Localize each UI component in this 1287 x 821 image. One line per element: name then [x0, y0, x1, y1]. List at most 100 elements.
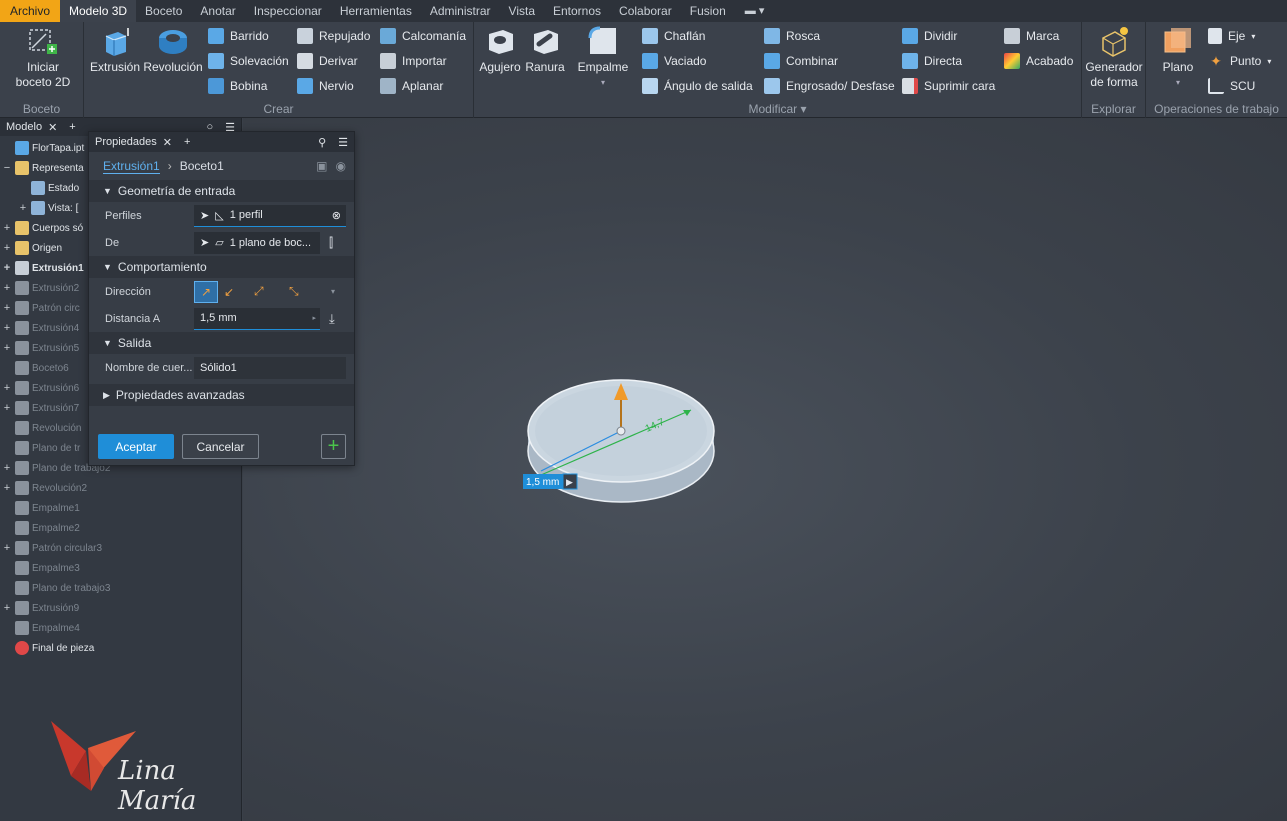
tree-item[interactable]: Plano de trabajo3 — [0, 578, 110, 598]
bobina-button[interactable]: Bobina — [208, 76, 267, 96]
panel-title-modificar[interactable]: Modificar ▾ — [474, 102, 1081, 116]
3d-viewport[interactable]: 14,7 1,5 mm ▶ — [243, 118, 1287, 821]
expand-toggle-icon[interactable]: + — [2, 542, 12, 554]
menu-tab-modelo-3d[interactable]: Modelo 3D — [60, 0, 137, 22]
nervio-button[interactable]: Nervio — [297, 76, 354, 96]
expand-toggle-icon[interactable]: + — [2, 302, 12, 314]
props-close-icon[interactable]: ✕ — [163, 136, 172, 149]
angulo-button[interactable]: Ángulo de salida — [642, 76, 753, 96]
start-sketch-button[interactable]: Iniciar boceto 2D — [8, 24, 78, 90]
tree-item[interactable]: Estado — [0, 178, 79, 198]
distancia-input[interactable]: 1,5 mm ▸ — [194, 307, 320, 330]
tree-item[interactable]: + Revolución2 — [0, 478, 87, 498]
direction-flip-icon[interactable]: ↙ — [224, 285, 234, 299]
generador-button[interactable]: Generador de forma — [1084, 24, 1144, 90]
duplicate-icon[interactable]: ▣ — [316, 159, 327, 173]
section-geometria[interactable]: ▼ Geometría de entrada — [89, 180, 354, 202]
expand-toggle-icon[interactable]: + — [2, 322, 12, 334]
solevacion-button[interactable]: Solevación — [208, 51, 289, 71]
tree-item[interactable]: + Patrón circ — [0, 298, 80, 318]
engrosado-button[interactable]: Engrosado/ Desfase — [764, 76, 895, 96]
empalme-button[interactable]: Empalme ▾ — [574, 24, 632, 90]
tree-item[interactable]: + Extrusión1 — [0, 258, 84, 278]
menu-tab-administrar[interactable]: Administrar — [421, 0, 500, 22]
expand-toggle-icon[interactable]: + — [2, 602, 12, 614]
suprimir-cara-button[interactable]: Suprimir cara — [902, 76, 995, 96]
expand-toggle-icon[interactable]: + — [2, 262, 12, 274]
revolucion-button[interactable]: Revolución — [142, 24, 204, 75]
start-plane-icon[interactable]: ⫿ — [329, 235, 333, 251]
tab-propiedades[interactable]: Propiedades ✕ — [89, 136, 178, 149]
tree-item[interactable]: Empalme3 — [0, 558, 80, 578]
tree-item[interactable]: Empalme1 — [0, 498, 80, 518]
vaciado-button[interactable]: Vaciado — [642, 51, 706, 71]
aplanar-button[interactable]: Aplanar — [380, 76, 443, 96]
menu-tab-vista[interactable]: Vista — [500, 0, 544, 22]
dividir-button[interactable]: Dividir — [902, 26, 957, 46]
menu-tab-fusion[interactable]: Fusion — [681, 0, 735, 22]
props-add-tab-icon[interactable]: + — [178, 136, 196, 148]
calcomania-button[interactable]: Calcomanía — [380, 26, 466, 46]
expand-toggle-icon[interactable]: − — [2, 162, 12, 174]
repujado-button[interactable]: Repujado — [297, 26, 370, 46]
eje-dropdown-icon[interactable]: ▾ — [1251, 32, 1255, 41]
tree-item[interactable]: Empalme4 — [0, 618, 80, 638]
tree-item[interactable]: + Extrusión2 — [0, 278, 79, 298]
acabado-button[interactable]: Acabado — [1004, 51, 1073, 71]
to-icon[interactable]: ⤓ — [329, 311, 335, 327]
tree-item[interactable]: + Origen — [0, 238, 62, 258]
tree-item[interactable]: − Representa — [0, 158, 84, 178]
derivar-button[interactable]: Derivar — [297, 51, 358, 71]
menu-tab-entornos[interactable]: Entornos — [544, 0, 610, 22]
expand-toggle-icon[interactable]: + — [2, 222, 12, 234]
tree-item[interactable]: Revolución — [0, 418, 81, 438]
tree-item[interactable]: + Extrusión9 — [0, 598, 79, 618]
close-icon[interactable]: ✕ — [48, 121, 57, 134]
expand-toggle-icon[interactable]: + — [2, 342, 12, 354]
section-avanzadas[interactable]: ▶ Propiedades avanzadas — [89, 384, 354, 406]
direction-default-icon[interactable]: ↗ — [194, 280, 218, 303]
extrusion-button[interactable]: Extrusión — [90, 24, 140, 75]
model-canvas[interactable]: 14,7 1,5 mm ▶ — [243, 118, 1287, 821]
importar-button[interactable]: Importar — [380, 51, 447, 71]
menu-tab-boceto[interactable]: Boceto — [136, 0, 191, 22]
props-menu-icon[interactable]: ☰ — [332, 136, 354, 149]
tree-item[interactable]: + Patrón circular3 — [0, 538, 102, 558]
directa-button[interactable]: Directa — [902, 51, 962, 71]
expand-toggle-icon[interactable]: + — [2, 242, 12, 254]
expand-toggle-icon[interactable]: + — [2, 382, 12, 394]
empalme-dropdown-icon[interactable]: ▾ — [601, 75, 605, 90]
tree-item[interactable]: Boceto6 — [0, 358, 69, 378]
plano-dropdown-icon[interactable]: ▾ — [1176, 75, 1180, 90]
chaflan-button[interactable]: Chaflán — [642, 26, 705, 46]
menu-archivo[interactable]: Archivo — [0, 0, 61, 22]
props-search-icon[interactable]: ⚲ — [312, 136, 332, 149]
eje-button[interactable]: Eje ▾ — [1208, 26, 1255, 46]
tree-item[interactable]: Empalme2 — [0, 518, 80, 538]
section-salida[interactable]: ▼ Salida — [89, 332, 354, 354]
distancia-arrow-icon[interactable]: ▸ — [312, 314, 316, 322]
menu-tab-inspeccionar[interactable]: Inspeccionar — [245, 0, 331, 22]
add-tab-icon[interactable]: + — [63, 121, 81, 133]
expand-toggle-icon[interactable]: + — [2, 282, 12, 294]
crumb-feature[interactable]: Extrusión1 — [103, 159, 160, 174]
visibility-icon[interactable]: ◉ — [336, 159, 346, 173]
tree-item[interactable]: FlorTapa.ipt — [0, 138, 84, 158]
expand-toggle-icon[interactable]: + — [18, 202, 28, 214]
plano-button[interactable]: Plano ▾ — [1156, 24, 1200, 90]
ribbon-toggle-icon[interactable]: ▬ ▾ — [735, 0, 775, 22]
tree-item[interactable]: Final de pieza — [0, 638, 94, 658]
nombre-input[interactable]: Sólido1 — [194, 357, 346, 379]
tab-modelo[interactable]: Modelo ✕ — [0, 121, 63, 134]
rosca-button[interactable]: Rosca — [764, 26, 820, 46]
combinar-button[interactable]: Combinar — [764, 51, 838, 71]
menu-tab-colaborar[interactable]: Colaborar — [610, 0, 681, 22]
agujero-button[interactable]: Agujero — [478, 24, 522, 75]
scu-button[interactable]: SCU — [1208, 76, 1255, 96]
menu-tab-herramientas[interactable]: Herramientas — [331, 0, 421, 22]
expand-toggle-icon[interactable]: + — [2, 402, 12, 414]
ranura-button[interactable]: Ranura — [524, 24, 566, 75]
perfiles-field[interactable]: ➤ ◺ 1 perfil ⊗ — [194, 204, 346, 227]
direction-dropdown-icon[interactable]: ▾ — [331, 287, 335, 296]
cancel-button[interactable]: Cancelar — [182, 434, 259, 459]
